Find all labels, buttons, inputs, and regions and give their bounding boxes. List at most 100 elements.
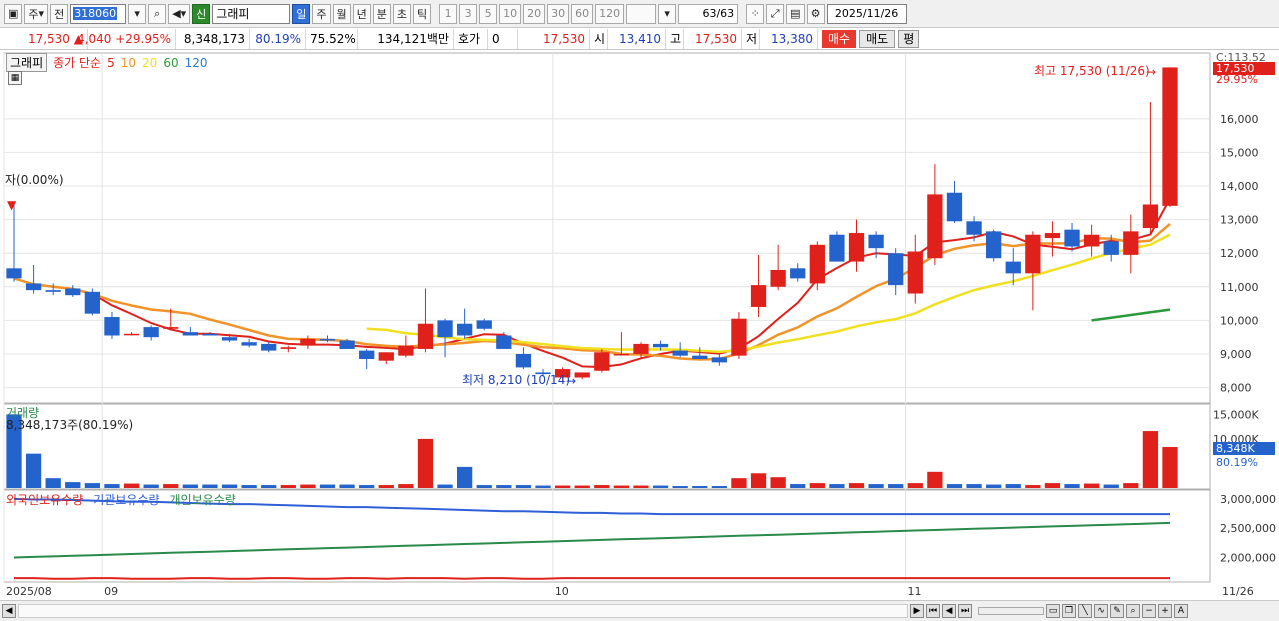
high-arrow-icon: → [1146, 65, 1156, 79]
draw-tool-icon[interactable]: ✎ [1110, 604, 1124, 618]
volume-bar [927, 471, 943, 488]
tab-interval-5[interactable]: 30 [547, 3, 570, 24]
jump-first-icon[interactable]: ⏮ [926, 604, 940, 618]
font-icon[interactable]: A [1174, 604, 1188, 618]
holding-label-individual[interactable]: 개인보유수량 [170, 491, 236, 508]
volume-info: 8,348,173 [176, 28, 250, 49]
volume-pane-label[interactable]: 거래량 [6, 404, 39, 421]
left-annotation: 자(0.00%) [5, 173, 64, 187]
stock-name-field[interactable]: 그래피 [212, 3, 291, 24]
tab-period-1[interactable]: 주 [312, 3, 331, 24]
tab-period-0[interactable]: 일 [292, 3, 311, 24]
candle-body [182, 332, 198, 336]
current-price: 17,530 ▲ [0, 28, 88, 49]
candle-body [829, 234, 845, 262]
scroll-left-icon[interactable]: ◀ [2, 604, 16, 618]
search-icon[interactable]: ⌕ [148, 3, 167, 24]
tab-period-5[interactable]: 초 [392, 3, 412, 24]
candle-body [221, 337, 238, 341]
volume-bar [84, 483, 101, 488]
prev-button[interactable]: 전 [50, 3, 69, 24]
candle-body [45, 290, 61, 292]
line-tool-icon[interactable]: ╲ [1078, 604, 1092, 618]
volume-bar [946, 484, 963, 488]
calculator-icon[interactable]: ▦ [8, 71, 22, 85]
date-field[interactable]: 2025/11/26 [826, 3, 907, 24]
zoom-out-icon[interactable]: − [1142, 604, 1156, 618]
zoom-slider[interactable] [978, 607, 1044, 615]
candle-body [437, 320, 453, 338]
holding-label-foreign[interactable]: 외국인보유수량 [6, 491, 83, 508]
jump-last-icon[interactable]: ⏭ [958, 604, 972, 618]
candle-body [202, 333, 218, 336]
volume-bar [790, 484, 806, 488]
top-toolbar: ▣ 주 ▾ 전 318060 ▾ ⌕ ◀▾ 신 그래피 일 주 월 년 분 초 틱… [0, 0, 1279, 28]
chart-area[interactable]: 8,000 9,000 10,000 11,000 12,000 13,000 14,000… [0, 51, 1279, 621]
chart-tool-icon[interactable]: ⤢ [766, 3, 785, 24]
volume-bar [104, 484, 120, 488]
save-icon[interactable]: ▤ [786, 3, 805, 24]
chart-svg[interactable]: 8,000 9,000 10,000 11,000 12,000 13,000 14,000… [0, 51, 1279, 600]
low-price: 13,380 [760, 28, 818, 49]
interval-dropdown-icon[interactable]: ▾ [658, 3, 677, 24]
step-back-icon[interactable]: ◀ [942, 604, 956, 618]
candle-body [986, 231, 1002, 259]
volume-bar [261, 485, 277, 488]
page-counter[interactable]: 63/63 [678, 3, 739, 24]
tab-interval-0[interactable]: 1 [439, 3, 458, 24]
volume-tick-label: 15,000K [1213, 408, 1259, 421]
scroll-right-icon[interactable]: ▶ [910, 604, 924, 618]
code-dropdown-icon[interactable]: ▾ [128, 3, 147, 24]
chart-layout-icon[interactable]: ▣ [4, 3, 23, 24]
horizontal-scrollbar[interactable] [18, 604, 908, 618]
buy-button[interactable]: 매수 [822, 29, 857, 48]
low-label-text: 저 [746, 32, 758, 46]
zoom-icon[interactable]: ⁘ [746, 3, 765, 24]
volume-bar [143, 484, 159, 488]
search-icon-bottom[interactable]: ⌕ [1126, 604, 1140, 618]
gear-icon[interactable]: ⚙ [806, 3, 825, 24]
sell-button[interactable]: 매도 [859, 29, 896, 48]
tab-interval-2[interactable]: 5 [479, 3, 498, 24]
layout-icon[interactable]: ▭ [1046, 604, 1060, 618]
tab-period-4[interactable]: 분 [372, 3, 391, 24]
ma-legend-prefix: 종가 단순 [53, 56, 102, 70]
ma-legend-120: 120 [184, 55, 208, 70]
candle-body [946, 192, 963, 222]
tab-interval-7[interactable]: 120 [595, 3, 625, 24]
candle-body [1025, 234, 1041, 274]
price-pane-label[interactable]: 그래피 [6, 53, 48, 72]
volume-bar [711, 486, 727, 488]
tab-interval-3[interactable]: 10 [499, 3, 522, 24]
volume-tag-text: 8,348K [1216, 442, 1255, 455]
zoom-in-icon[interactable]: + [1158, 604, 1172, 618]
candle-body [319, 338, 336, 341]
candle-body [6, 268, 22, 279]
copy-icon[interactable]: ❐ [1062, 604, 1076, 618]
volume-bar [496, 485, 512, 488]
stock-code-input[interactable]: 318060 [70, 3, 127, 24]
speaker-icon[interactable]: ◀▾ [168, 3, 191, 24]
volume-bar [241, 485, 257, 488]
interval-custom-input[interactable] [626, 3, 657, 24]
tab-period-2[interactable]: 월 [332, 3, 351, 24]
sell-button-label: 매도 [866, 32, 889, 46]
hoga-value-text: 0 [492, 31, 500, 46]
holding-tick-label: 2,500,000 [1220, 522, 1276, 535]
tab-interval-1[interactable]: 3 [459, 3, 478, 24]
period-type-select[interactable]: 주 ▾ [24, 3, 49, 24]
low-label: 저 [742, 28, 760, 49]
price-change: 4,040 +29.95% [77, 28, 176, 49]
tab-period-6[interactable]: 틱 [413, 3, 432, 24]
tab-period-3[interactable]: 년 [352, 3, 371, 24]
tab-interval-4[interactable]: 20 [523, 3, 546, 24]
volume-bar [457, 466, 473, 488]
volume-bar [731, 478, 747, 488]
tab-interval-6[interactable]: 60 [571, 3, 594, 24]
trend-tool-icon[interactable]: ∿ [1094, 604, 1108, 618]
ma-legend-5: 5 [107, 55, 115, 70]
holding-label-institution[interactable]: 기관보유수량 [93, 491, 159, 508]
candle-body [1044, 233, 1061, 239]
average-button[interactable]: 평 [898, 29, 920, 48]
prev-label: 전 [54, 7, 65, 21]
